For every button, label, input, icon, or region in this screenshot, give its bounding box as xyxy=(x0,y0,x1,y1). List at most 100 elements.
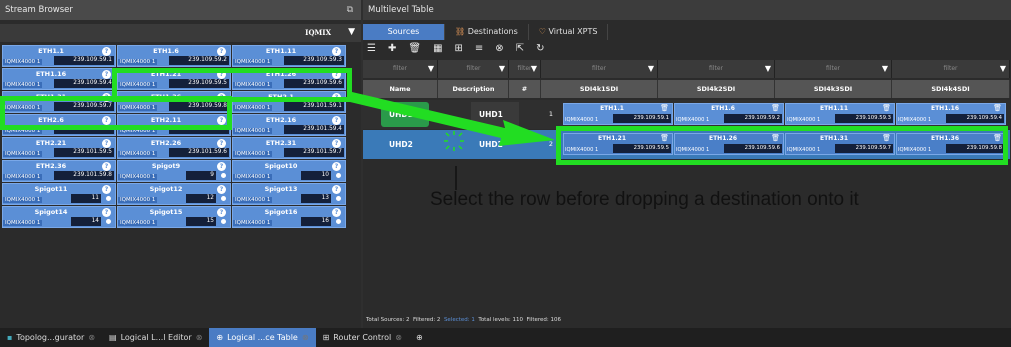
filter-icon[interactable]: ▼ xyxy=(348,27,355,37)
grid-alt-icon[interactable]: ⊞ xyxy=(455,43,463,57)
stream-cell[interactable]: ETH2.36? IQMIX4000 1 239.101.59.8 xyxy=(2,160,116,182)
info-icon[interactable]: ? xyxy=(332,116,341,125)
stream-cell[interactable]: Spigot14? IQMIX4000 1 14 xyxy=(2,206,116,228)
radio-icon[interactable] xyxy=(104,217,113,226)
stack-icon[interactable]: ≡ xyxy=(475,43,483,57)
table-row[interactable]: UHD1 UHD1 1 ETH1.1 🗑 IQMIX4000 1 239.109.59.1 E… xyxy=(363,100,1010,129)
filter-cell[interactable]: filter ▼ xyxy=(363,60,438,78)
radio-icon[interactable] xyxy=(104,194,113,203)
radio-icon[interactable] xyxy=(219,217,228,226)
trash-icon[interactable]: 🗑 xyxy=(882,134,891,142)
level-cell[interactable]: ETH1.26 🗑 IQMIX4000 1 239.109.59.6 xyxy=(674,133,784,155)
filter-cell[interactable]: filter ▼ xyxy=(892,60,1010,78)
export-icon[interactable]: ⇱ xyxy=(516,43,524,57)
list-icon[interactable]: ☰ xyxy=(367,43,376,57)
trash-icon[interactable]: 🗑 xyxy=(771,104,780,112)
panel-pin-icon[interactable]: ⧉ xyxy=(347,0,353,20)
info-icon[interactable]: ? xyxy=(102,47,111,56)
trash-icon[interactable]: 🗑 xyxy=(993,134,1002,142)
column-header[interactable]: Description xyxy=(439,80,509,98)
trash-icon[interactable]: 🗑 xyxy=(660,134,669,142)
filter-cell[interactable]: filter ▼ xyxy=(439,60,509,78)
info-icon[interactable]: ? xyxy=(332,47,341,56)
stream-cell[interactable]: Spigot11? IQMIX4000 1 11 xyxy=(2,183,116,205)
stream-cell[interactable]: Spigot10? IQMIX4000 1 10 xyxy=(232,160,346,182)
info-icon[interactable]: ? xyxy=(102,116,111,125)
level-cell[interactable]: ETH1.6 🗑 IQMIX4000 1 239.109.59.2 xyxy=(674,103,784,125)
stream-cell[interactable]: ETH1.31? IQMIX4000 1 239.109.59.7 xyxy=(2,91,116,113)
column-header[interactable]: SDI4k1SDI xyxy=(541,80,658,98)
stream-cell[interactable]: ETH1.1? IQMIX4000 1 239.109.59.1 xyxy=(2,45,116,67)
radio-icon[interactable] xyxy=(334,194,343,203)
filter-cell[interactable]: filter ▼ xyxy=(541,60,658,78)
info-icon[interactable]: ? xyxy=(332,208,341,217)
stream-cell[interactable]: ETH2.16? IQMIX4000 1 239.101.59.4 xyxy=(232,114,346,136)
info-icon[interactable]: ? xyxy=(332,185,341,194)
column-header[interactable]: Name xyxy=(363,80,438,98)
column-header[interactable]: SDI4k3SDI xyxy=(775,80,892,98)
trash-icon[interactable]: 🗑 xyxy=(882,104,891,112)
level-cell[interactable]: ETH1.11 🗑 IQMIX4000 1 239.109.59.3 xyxy=(785,103,895,125)
tab-sources[interactable]: Sources xyxy=(363,24,445,40)
stream-filter-bar[interactable]: IQMIX ▼ xyxy=(0,24,361,42)
info-icon[interactable]: ? xyxy=(332,70,341,79)
stream-cell[interactable]: Spigot13? IQMIX4000 1 13 xyxy=(232,183,346,205)
info-icon[interactable]: ? xyxy=(102,139,111,148)
column-header[interactable]: # xyxy=(509,80,541,98)
info-icon[interactable]: ? xyxy=(217,162,226,171)
trash-icon[interactable]: 🗑 xyxy=(771,134,780,142)
info-icon[interactable]: ? xyxy=(102,185,111,194)
filter-cell[interactable]: filter ▼ xyxy=(509,60,541,78)
info-icon[interactable]: ? xyxy=(217,139,226,148)
stream-cell[interactable]: ETH1.16? IQMIX4000 1 239.109.59.4 xyxy=(2,68,116,90)
task-topology[interactable]: ▪ Topolog...gurator ⊗ xyxy=(0,328,102,347)
add-tab-button[interactable]: ⊕ xyxy=(409,328,430,347)
column-header[interactable]: SDI4k2SDI xyxy=(658,80,775,98)
info-icon[interactable]: ? xyxy=(217,208,226,217)
level-cell[interactable]: ETH1.1 🗑 IQMIX4000 1 239.109.59.1 xyxy=(563,103,673,125)
info-icon[interactable]: ? xyxy=(332,93,341,102)
level-cell[interactable]: ETH1.16 🗑 IQMIX4000 1 239.109.59.4 xyxy=(896,103,1006,125)
grid-view-icon[interactable]: ▦ xyxy=(433,43,442,57)
stream-cell[interactable]: Spigot16? IQMIX4000 1 16 xyxy=(232,206,346,228)
stream-cell[interactable]: ETH1.11? IQMIX4000 1 239.109.59.3 xyxy=(232,45,346,67)
column-header[interactable]: SDI4k4SDI xyxy=(892,80,1010,98)
stream-cell[interactable]: ETH1.6? IQMIX4000 1 239.109.59.2 xyxy=(117,45,231,67)
stream-cell[interactable]: Spigot12? IQMIX4000 1 12 xyxy=(117,183,231,205)
level-cell[interactable]: ETH1.36 🗑 IQMIX4000 1 239.109.59.8 xyxy=(896,133,1006,155)
level-cell[interactable]: ETH1.21 🗑 IQMIX4000 1 239.109.59.5 xyxy=(563,133,673,155)
info-icon[interactable]: ? xyxy=(102,70,111,79)
info-icon[interactable]: ? xyxy=(332,162,341,171)
stream-cell[interactable]: ETH2.26? IQMIX4000 1 239.101.59.6 xyxy=(117,137,231,159)
stream-cell[interactable]: ETH1.36? IQMIX4000 1 239.109.59.8 xyxy=(117,91,231,113)
tab-virtual-xpts[interactable]: ♡ Virtual XPTS xyxy=(528,24,609,40)
filter-cell[interactable]: filter ▼ xyxy=(775,60,892,78)
table-row[interactable]: UHD2 UHD2 2 ETH1.21 🗑 IQMIX4000 1 239.109.59.5… xyxy=(363,130,1010,159)
task-router-control[interactable]: ⊞ Router Control ⊗ xyxy=(316,328,409,347)
info-icon[interactable]: ? xyxy=(217,185,226,194)
stream-cell[interactable]: ETH2.11? IQMIX4000 1 239.101.59.3 xyxy=(117,114,231,136)
trash-icon[interactable]: 🗑 xyxy=(660,104,669,112)
radio-icon[interactable] xyxy=(219,194,228,203)
trash-icon[interactable]: 🗑 xyxy=(993,104,1002,112)
add-icon[interactable]: ✚ xyxy=(388,43,396,57)
stream-cell[interactable]: ETH2.6? IQMIX4000 1 239.101.59.2 xyxy=(2,114,116,136)
info-icon[interactable]: ? xyxy=(217,116,226,125)
info-icon[interactable]: ? xyxy=(102,208,111,217)
radio-icon[interactable] xyxy=(219,171,228,180)
radio-icon[interactable] xyxy=(334,171,343,180)
stream-cell[interactable]: ETH1.21? IQMIX4000 1 239.109.59.5 xyxy=(117,68,231,90)
stream-cell[interactable]: ETH1.26? IQMIX4000 1 239.109.59.6 xyxy=(232,68,346,90)
link-icon[interactable]: ⊗ xyxy=(495,43,503,57)
stream-cell[interactable]: Spigot9? IQMIX4000 1 9 xyxy=(117,160,231,182)
delete-icon[interactable]: 🗑 xyxy=(408,43,421,57)
radio-icon[interactable] xyxy=(334,217,343,226)
info-icon[interactable]: ? xyxy=(217,70,226,79)
info-icon[interactable]: ? xyxy=(332,139,341,148)
filter-cell[interactable]: filter ▼ xyxy=(658,60,775,78)
level-cell[interactable]: ETH1.31 🗑 IQMIX4000 1 239.109.59.7 xyxy=(785,133,895,155)
stream-cell[interactable]: ETH2.1? IQMIX4000 1 239.101.59.1 xyxy=(232,91,346,113)
info-icon[interactable]: ? xyxy=(217,47,226,56)
stream-cell[interactable]: ETH2.31? IQMIX4000 1 239.101.59.7 xyxy=(232,137,346,159)
stream-cell[interactable]: ETH2.21? IQMIX4000 1 239.101.59.5 xyxy=(2,137,116,159)
